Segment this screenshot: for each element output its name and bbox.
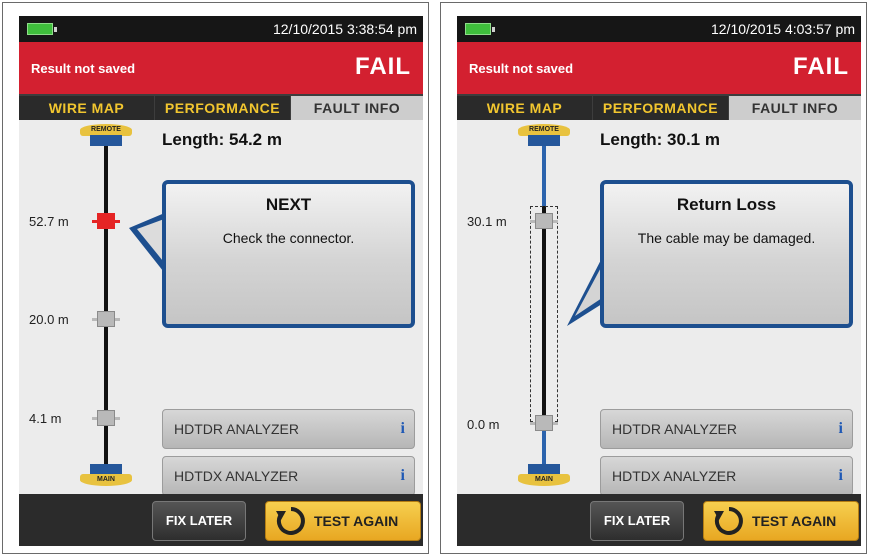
fault-connector-marker[interactable]	[97, 213, 115, 229]
result-banner: Result not saved FAIL	[457, 42, 861, 94]
cable-length: Length: 30.1 m	[600, 130, 720, 149]
marker-label-0-0: 0.0 m	[467, 417, 500, 432]
info-icon[interactable]: i	[839, 467, 843, 485]
result-not-saved-label: Result not saved	[31, 61, 136, 76]
cable-length: Length: 54.2 m	[162, 130, 282, 149]
battery-icon	[27, 23, 57, 35]
tab-wire-map[interactable]: WIRE MAP	[19, 96, 154, 120]
result-banner: Result not saved FAIL	[19, 42, 423, 94]
main-end-cap: MAIN	[518, 474, 570, 486]
battery-icon	[465, 23, 495, 35]
test-again-label: TEST AGAIN	[752, 513, 837, 529]
tab-performance[interactable]: PERFORMANCE	[593, 96, 728, 120]
connector-marker[interactable]	[535, 213, 553, 229]
fault-title: NEXT	[265, 195, 312, 214]
info-icon[interactable]: i	[401, 467, 405, 485]
fault-info-content: Length: 54.2 m REMOTE 52.7 m 20.0 m 4.1 …	[19, 120, 423, 496]
tab-fault-info[interactable]: FAULT INFO	[729, 96, 861, 120]
right-screenshot-frame: 12/10/2015 4:03:57 pm Result not saved F…	[440, 2, 867, 554]
fault-callout: Return Loss The cable may be damaged.	[600, 180, 853, 328]
date-time: 12/10/2015 4:03:57 pm	[710, 21, 855, 37]
test-again-label: TEST AGAIN	[314, 513, 399, 529]
marker-label-20-0: 20.0 m	[29, 312, 69, 327]
left-screenshot-frame: 12/10/2015 3:38:54 pm Result not saved F…	[2, 2, 429, 554]
fault-info-content: Length: 30.1 m REMOTE 30.1 m 0.0 m MAIN …	[457, 120, 861, 496]
tab-bar: WIRE MAP PERFORMANCE FAULT INFO	[457, 96, 861, 120]
status-bar: 12/10/2015 4:03:57 pm	[457, 16, 861, 42]
connector-marker[interactable]	[535, 415, 553, 431]
test-again-button[interactable]: TEST AGAIN	[703, 501, 859, 541]
hdtdr-analyzer-button[interactable]: HDTDR ANALYZER i	[600, 409, 853, 449]
tester-screen: 12/10/2015 4:03:57 pm Result not saved F…	[457, 16, 861, 546]
hdtdr-analyzer-label: HDTDR ANALYZER	[612, 421, 737, 437]
info-icon[interactable]: i	[401, 420, 405, 438]
hdtdx-analyzer-label: HDTDX ANALYZER	[612, 468, 737, 484]
fix-later-button[interactable]: FIX LATER	[590, 501, 684, 541]
info-icon[interactable]: i	[839, 420, 843, 438]
marker-label-30-1: 30.1 m	[467, 214, 507, 229]
date-time: 12/10/2015 3:38:54 pm	[272, 21, 417, 37]
tab-wire-map[interactable]: WIRE MAP	[457, 96, 592, 120]
hdtdr-analyzer-label: HDTDR ANALYZER	[174, 421, 299, 437]
fail-status: FAIL	[793, 53, 849, 80]
tab-performance[interactable]: PERFORMANCE	[155, 96, 290, 120]
refresh-icon	[714, 507, 743, 535]
fail-status: FAIL	[355, 53, 411, 80]
tab-bar: WIRE MAP PERFORMANCE FAULT INFO	[19, 96, 423, 120]
hdtdr-analyzer-button[interactable]: HDTDR ANALYZER i	[162, 409, 415, 449]
hdtdx-analyzer-button[interactable]: HDTDX ANALYZER i	[162, 456, 415, 496]
bottom-bar: FIX LATER TEST AGAIN	[19, 494, 423, 546]
fault-title: Return Loss	[676, 195, 777, 214]
status-bar: 12/10/2015 3:38:54 pm	[19, 16, 423, 42]
marker-label-52-7: 52.7 m	[29, 214, 69, 229]
remote-connector	[528, 135, 560, 146]
cable-line-remote-segment	[542, 146, 546, 206]
fault-message: The cable may be damaged.	[637, 230, 816, 246]
main-end-cap: MAIN	[80, 474, 132, 486]
connector-marker[interactable]	[97, 410, 115, 426]
fix-later-button[interactable]: FIX LATER	[152, 501, 246, 541]
remote-connector	[90, 135, 122, 146]
fault-segment-bracket	[530, 206, 558, 422]
fault-callout: NEXT Check the connector.	[162, 180, 415, 328]
marker-label-4-1: 4.1 m	[29, 411, 62, 426]
tab-fault-info[interactable]: FAULT INFO	[291, 96, 423, 120]
hdtdx-analyzer-label: HDTDX ANALYZER	[174, 468, 299, 484]
result-not-saved-label: Result not saved	[469, 61, 574, 76]
tester-screen: 12/10/2015 3:38:54 pm Result not saved F…	[19, 16, 423, 546]
connector-marker[interactable]	[97, 311, 115, 327]
test-again-button[interactable]: TEST AGAIN	[265, 501, 421, 541]
refresh-icon	[276, 507, 305, 535]
bottom-bar: FIX LATER TEST AGAIN	[457, 494, 861, 546]
fault-message: Check the connector.	[222, 230, 355, 246]
hdtdx-analyzer-button[interactable]: HDTDX ANALYZER i	[600, 456, 853, 496]
